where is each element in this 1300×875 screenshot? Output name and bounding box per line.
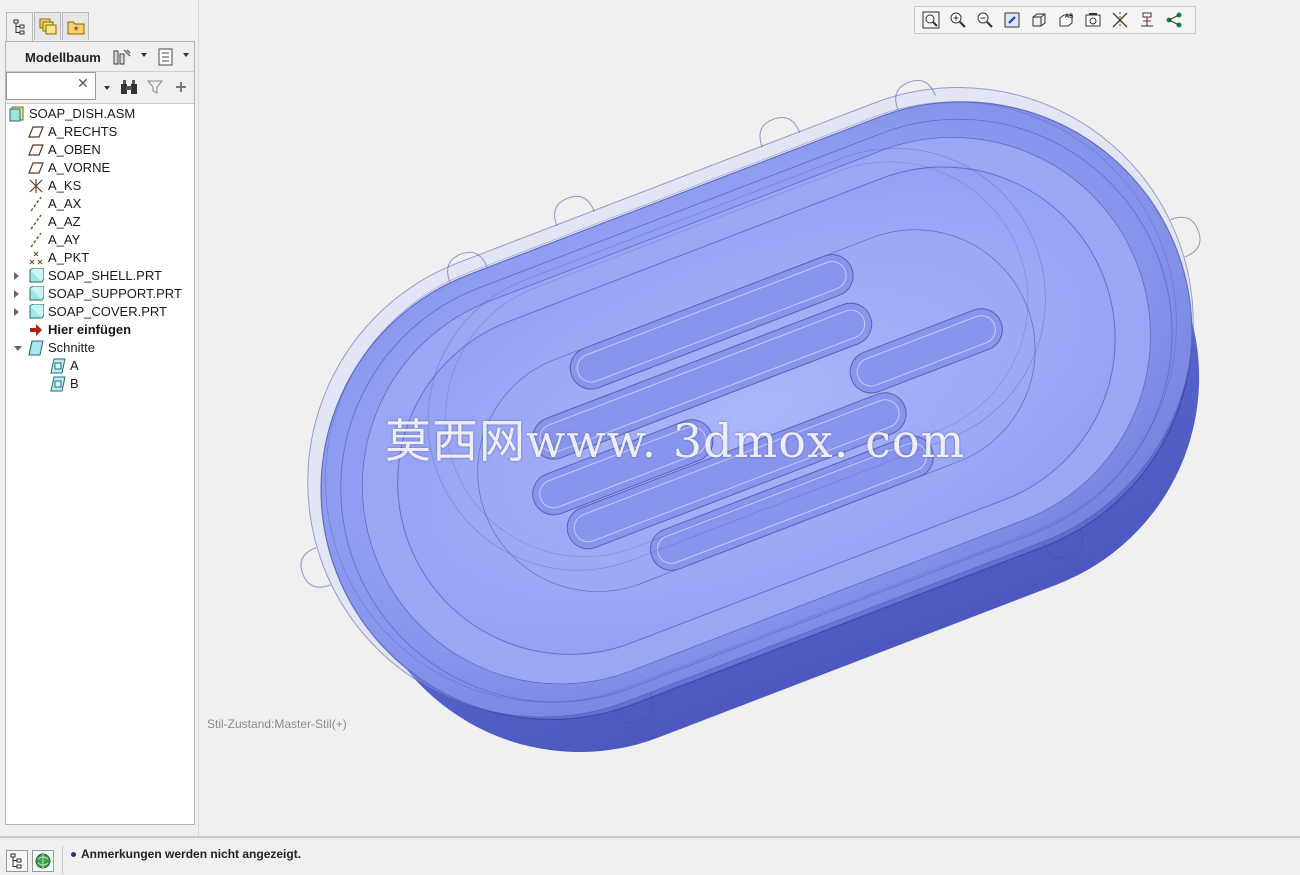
folder-browser-tab-icon[interactable] <box>62 12 89 40</box>
tree-node-label: SOAP_COVER.PRT <box>48 304 167 319</box>
part-icon <box>28 303 45 320</box>
tree-node-label: Hier einfügen <box>48 322 132 337</box>
tree-node[interactable]: SOAP_DISH.ASM <box>6 105 194 123</box>
tree-node-label: SOAP_SUPPORT.PRT <box>48 286 182 301</box>
status-bar: Anmerkungen werden nicht angezeigt. <box>0 836 1300 875</box>
tree-node-label: SOAP_SHELL.PRT <box>48 268 162 283</box>
tree-node-label: A_AX <box>48 196 82 211</box>
spin-center-icon[interactable] <box>1162 9 1186 31</box>
tree-node-label: A_RECHTS <box>48 124 118 139</box>
expand-arrow-icon[interactable] <box>14 290 19 298</box>
status-separator <box>62 846 63 874</box>
tree-settings-dropdown-icon[interactable] <box>141 53 147 57</box>
toggle-navigator-icon[interactable] <box>6 850 28 872</box>
repaint-icon[interactable] <box>1000 9 1024 31</box>
zoom-out-icon[interactable] <box>973 9 997 31</box>
view-toolbar: AB <box>914 6 1196 34</box>
tree-node[interactable]: A <box>6 357 194 375</box>
tree-node[interactable]: A_VORNE <box>6 159 194 177</box>
saved-orientations-icon[interactable]: AB <box>1054 9 1078 31</box>
datum-point-icon <box>28 250 44 266</box>
tree-node[interactable]: A_OBEN <box>6 141 194 159</box>
model-tree-frame: Modellbaum ✕ SOAP_DISH.ASM A_RECHTS A_OB… <box>5 41 195 825</box>
collapse-arrow-icon[interactable] <box>14 346 22 351</box>
toggle-browser-icon[interactable] <box>32 850 54 872</box>
tree-settings-icon[interactable] <box>112 48 132 66</box>
show-filter-icon[interactable] <box>156 48 176 66</box>
tree-node-label: Schnitte <box>48 340 95 355</box>
model-tree-tab-icon[interactable] <box>6 12 33 41</box>
datum-axis-icon <box>28 196 44 212</box>
tree-node[interactable]: SOAP_SUPPORT.PRT <box>6 285 194 303</box>
navigator-panel: Modellbaum ✕ SOAP_DISH.ASM A_RECHTS A_OB… <box>0 0 199 836</box>
style-state-label: Stil-Zustand:Master-Stil(+) <box>207 717 347 731</box>
status-message: Anmerkungen werden nicht angezeigt. <box>81 847 302 861</box>
tree-node-label: A_PKT <box>48 250 90 265</box>
tree-search-row: ✕ <box>6 72 194 104</box>
part-icon <box>28 267 45 284</box>
filter-icon[interactable] <box>146 78 164 96</box>
tree-node-label: A_OBEN <box>48 142 101 157</box>
view-manager-icon[interactable] <box>1081 9 1105 31</box>
layers-tab-icon[interactable] <box>34 12 61 40</box>
model-tree: SOAP_DISH.ASM A_RECHTS A_OBEN A_VORNE A_KS A_… <box>6 105 194 393</box>
section-icon <box>50 376 66 392</box>
clear-search-icon[interactable]: ✕ <box>77 75 89 92</box>
svg-text:AB: AB <box>1065 13 1073 20</box>
tree-node[interactable]: A_AZ <box>6 213 194 231</box>
section-icon <box>50 358 66 374</box>
assembly-icon <box>9 106 25 122</box>
navigator-tabs <box>6 12 90 41</box>
section-folder-icon <box>28 340 44 356</box>
tree-node[interactable]: Hier einfügen <box>6 321 194 339</box>
datum-axis-icon <box>28 214 44 230</box>
part-icon <box>28 285 45 302</box>
expand-arrow-icon[interactable] <box>14 272 19 280</box>
tree-node-label: A <box>70 358 79 373</box>
expand-arrow-icon[interactable] <box>14 308 19 316</box>
tree-node[interactable]: A_RECHTS <box>6 123 194 141</box>
tree-node-label: A_AZ <box>48 214 81 229</box>
tree-node-label: A_KS <box>48 178 82 193</box>
message-bullet-icon <box>71 852 76 857</box>
tree-node[interactable]: A_AY <box>6 231 194 249</box>
coordinate-system-icon <box>28 178 44 194</box>
model-tree-header: Modellbaum <box>6 42 194 72</box>
datum-plane-icon <box>28 142 44 158</box>
show-dropdown-icon[interactable] <box>183 53 189 57</box>
add-column-icon[interactable] <box>172 78 190 96</box>
datum-plane-icon <box>28 160 44 176</box>
tree-node-label: A_VORNE <box>48 160 111 175</box>
model-tree-title: Modellbaum <box>25 50 101 65</box>
tree-node-label: SOAP_DISH.ASM <box>29 106 136 121</box>
find-binoculars-icon[interactable] <box>120 78 138 96</box>
tree-node[interactable]: A_KS <box>6 177 194 195</box>
insert-here-arrow-icon <box>28 322 44 338</box>
tree-node[interactable]: B <box>6 375 194 393</box>
tree-node[interactable]: A_PKT <box>6 249 194 267</box>
search-history-dropdown-icon[interactable] <box>104 86 110 90</box>
tree-node[interactable]: SOAP_SHELL.PRT <box>6 267 194 285</box>
tree-node[interactable]: Schnitte <box>6 339 194 357</box>
datum-display-icon[interactable] <box>1108 9 1132 31</box>
refit-icon[interactable] <box>919 9 943 31</box>
annotation-display-icon[interactable] <box>1135 9 1159 31</box>
tree-node-label: B <box>70 376 79 391</box>
tree-node[interactable]: A_AX <box>6 195 194 213</box>
datum-axis-icon <box>28 232 44 248</box>
watermark-text: 莫西网www. 3dmox. com <box>385 414 966 468</box>
display-style-icon[interactable] <box>1027 9 1051 31</box>
datum-plane-icon <box>28 124 44 140</box>
graphics-window[interactable]: AB 莫西网www. 3dmox. com Stil-Zustand:Maste… <box>200 0 1300 836</box>
tree-node-label: A_AY <box>48 232 81 247</box>
zoom-in-icon[interactable] <box>946 9 970 31</box>
tree-node[interactable]: SOAP_COVER.PRT <box>6 303 194 321</box>
